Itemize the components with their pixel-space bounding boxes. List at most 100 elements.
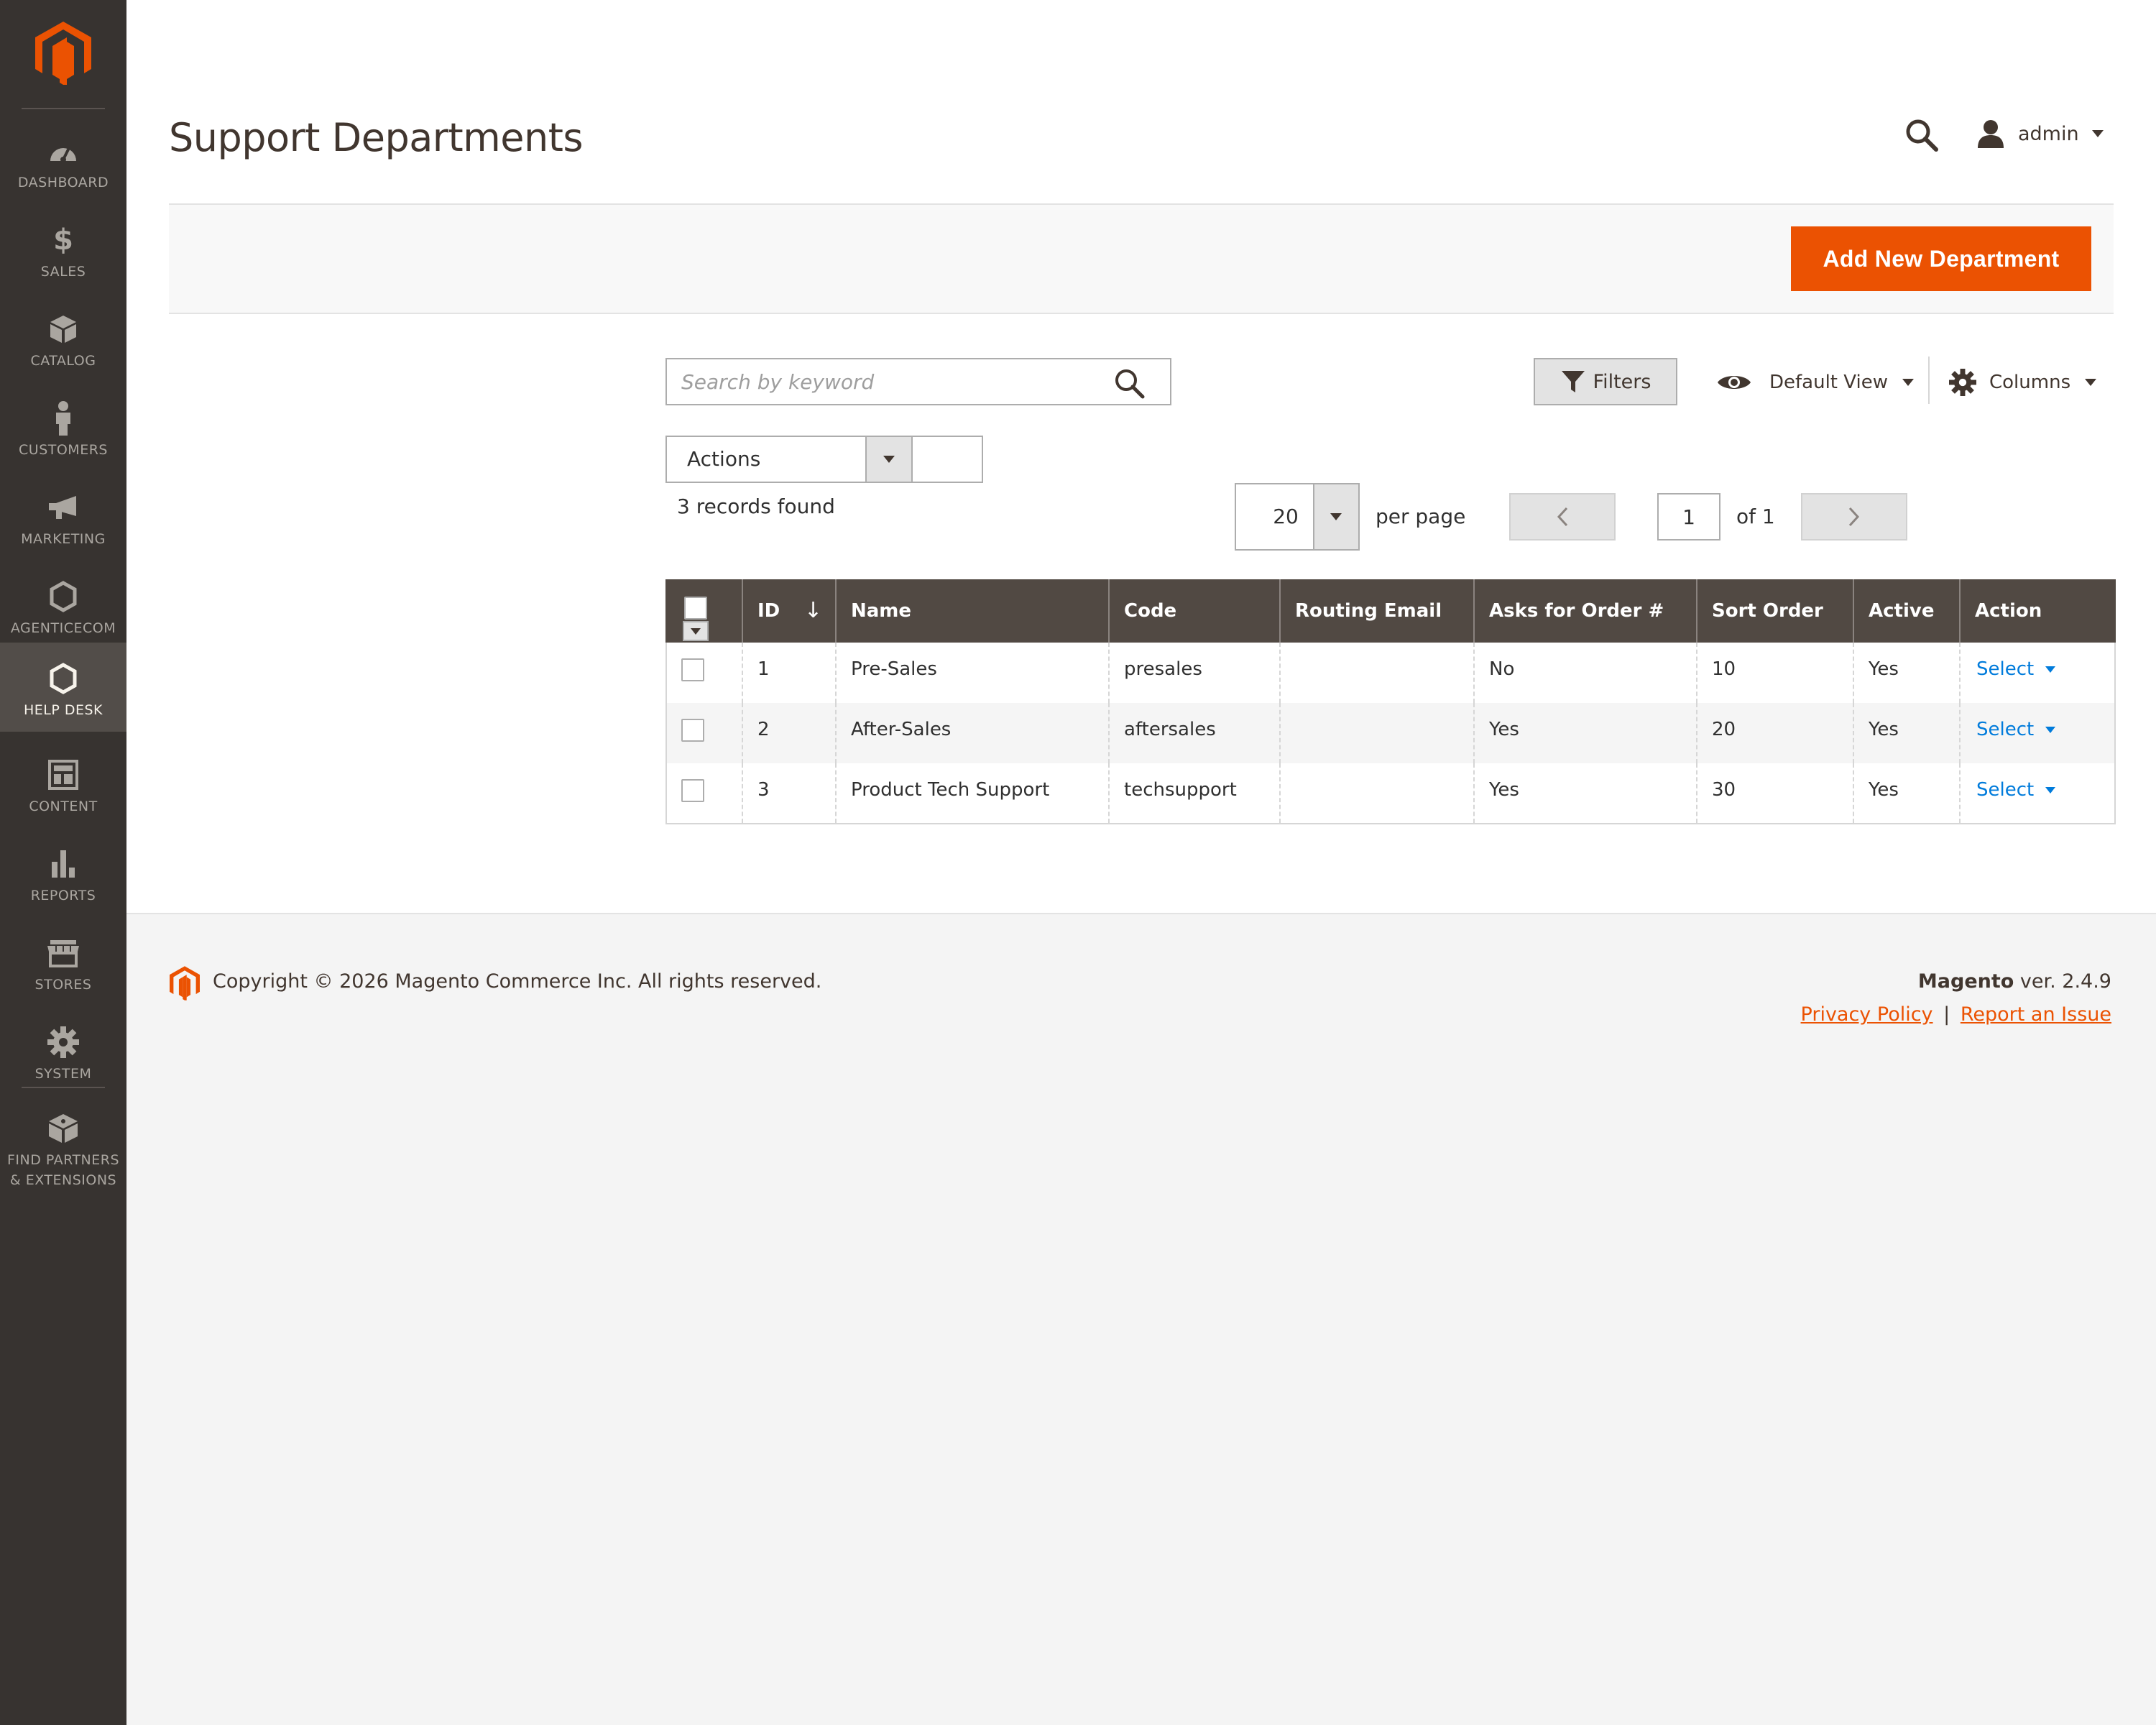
column-header-id[interactable]: ID ↓ [742, 579, 837, 643]
per-page-select[interactable]: 20 [1235, 483, 1360, 551]
sidebar-item-find-partners[interactable]: FIND PARTNERS & EXTENSIONS [0, 1092, 126, 1200]
filters-button[interactable]: Filters [1534, 358, 1677, 405]
privacy-policy-link[interactable]: Privacy Policy [1801, 1003, 1933, 1026]
row-checkbox[interactable] [681, 779, 704, 802]
sidebar-item-content[interactable]: CONTENT [0, 739, 126, 828]
keyword-search [665, 358, 1171, 405]
row-action-select[interactable]: Select [1976, 719, 2056, 740]
cell-sort-order: 10 [1696, 643, 1853, 703]
cell-action: Select [1959, 643, 2116, 703]
cell-active: Yes [1853, 643, 1960, 703]
sidebar-item-dashboard[interactable]: DASHBOARD [0, 115, 126, 204]
mass-select-dropdown[interactable] [683, 621, 709, 641]
sidebar-item-label: AGENTICECOM [10, 620, 116, 636]
previous-page-button[interactable] [1509, 493, 1616, 540]
column-header-asks-order[interactable]: Asks for Order # [1473, 579, 1697, 643]
sidebar-item-sales[interactable]: $ SALES [0, 204, 126, 293]
speedometer-icon [46, 134, 80, 168]
chevron-down-icon [2091, 130, 2104, 137]
keyword-search-input[interactable] [681, 365, 1098, 398]
sidebar-item-stores[interactable]: STORES [0, 917, 126, 1006]
row-checkbox[interactable] [681, 658, 704, 681]
row-action-label: Select [1976, 779, 2035, 801]
default-view-label: Default View [1769, 372, 1888, 393]
column-header-name[interactable]: Name [835, 579, 1110, 643]
sidebar-item-system[interactable]: SYSTEM [0, 1006, 126, 1095]
column-header-code[interactable]: Code [1108, 579, 1281, 643]
sidebar-item-label: STORES [34, 977, 92, 993]
search-icon[interactable] [1112, 367, 1146, 400]
sidebar-item-catalog[interactable]: CATALOG [0, 293, 126, 382]
sidebar-item-help-desk[interactable]: HELP DESK [0, 643, 126, 732]
sidebar-item-label: SALES [40, 264, 86, 280]
cell-routing-email [1279, 643, 1474, 703]
mass-actions-label: Actions [687, 447, 761, 471]
cell-asks-order: Yes [1473, 703, 1697, 763]
per-page-toggle[interactable] [1312, 484, 1358, 549]
sidebar-item-label: SYSTEM [34, 1066, 92, 1082]
add-new-department-button[interactable]: Add New Department [1791, 226, 2091, 291]
admin-sidebar: DASHBOARD $ SALES CATALOG CUSTOMERS MARK… [0, 0, 126, 1725]
next-page-button[interactable] [1801, 493, 1907, 540]
user-icon [1978, 120, 2004, 148]
row-checkbox[interactable] [681, 719, 704, 742]
sidebar-item-agenticecom[interactable]: AGENTICECOM [0, 561, 126, 650]
cell-asks-order: Yes [1473, 763, 1697, 824]
cell-name: Product Tech Support [835, 763, 1109, 824]
cell-routing-email [1279, 703, 1474, 763]
copyright-text: Copyright © 2026 Magento Commerce Inc. A… [213, 970, 822, 993]
per-page-label: per page [1376, 505, 1466, 528]
column-header-routing-email[interactable]: Routing Email [1279, 579, 1475, 643]
grid-header-row: ID ↓ Name Code Routing Email Asks for Ord… [665, 579, 2116, 643]
version-info: Magento ver. 2.4.9 [1918, 970, 2111, 993]
cell-id: 2 [742, 703, 836, 763]
sidebar-item-reports[interactable]: REPORTS [0, 828, 126, 917]
row-select-cell [665, 763, 742, 824]
column-header-active[interactable]: Active [1853, 579, 1961, 643]
magento-logo[interactable] [35, 22, 91, 85]
default-view-switcher[interactable]: Default View [1716, 364, 1914, 401]
eye-icon [1718, 376, 1751, 389]
sidebar-item-label: FIND PARTNERS & EXTENSIONS [7, 1150, 119, 1190]
search-icon [1906, 119, 1938, 152]
cell-id: 1 [742, 643, 836, 703]
column-header-sort-order[interactable]: Sort Order [1696, 579, 1854, 643]
row-action-select[interactable]: Select [1976, 658, 2056, 680]
megaphone-icon [46, 490, 80, 525]
current-page-input[interactable] [1657, 493, 1720, 540]
column-header-action: Action [1959, 579, 2116, 643]
toolbar-divider [1928, 356, 1930, 404]
sidebar-item-label: CATALOG [30, 353, 96, 369]
person-icon [46, 401, 80, 436]
admin-user-menu[interactable]: admin [1976, 118, 2104, 150]
sidebar-item-marketing[interactable]: MARKETING [0, 472, 126, 561]
departments-grid: ID ↓ Name Code Routing Email Asks for Ord… [665, 579, 2116, 824]
chevron-right-icon [1848, 507, 1860, 527]
select-all-checkbox[interactable] [684, 597, 707, 620]
row-action-select[interactable]: Select [1976, 779, 2056, 801]
cell-routing-email [1279, 763, 1474, 824]
sidebar-item-customers[interactable]: CUSTOMERS [0, 382, 126, 472]
sidebar-item-label: DASHBOARD [17, 175, 109, 190]
row-select-cell [665, 643, 742, 703]
sidebar-item-label-line1: FIND PARTNERS [6, 1152, 120, 1168]
cube-icon [46, 1111, 80, 1146]
chevron-down-icon [2045, 786, 2056, 794]
dropdown-toggle[interactable] [865, 437, 913, 482]
admin-username: admin [2018, 122, 2079, 145]
columns-switcher[interactable]: Columns [1949, 364, 2097, 401]
sidebar-item-label: MARKETING [21, 531, 106, 547]
mass-actions-dropdown[interactable]: Actions [665, 436, 983, 483]
cell-action: Select [1959, 763, 2116, 824]
global-search-button[interactable] [1904, 118, 1939, 152]
chevron-down-icon [2045, 666, 2056, 673]
cell-code: aftersales [1108, 703, 1280, 763]
cell-action: Select [1959, 703, 2116, 763]
records-found: 3 records found [677, 494, 835, 518]
table-row: 2 After-Sales aftersales Yes 20 Yes Sele… [665, 703, 2116, 763]
select-all-header [665, 579, 743, 643]
report-issue-link[interactable]: Report an Issue [1961, 1003, 2111, 1026]
cell-active: Yes [1853, 763, 1960, 824]
sidebar-item-label: REPORTS [30, 888, 96, 903]
gear-icon [1949, 369, 1976, 396]
